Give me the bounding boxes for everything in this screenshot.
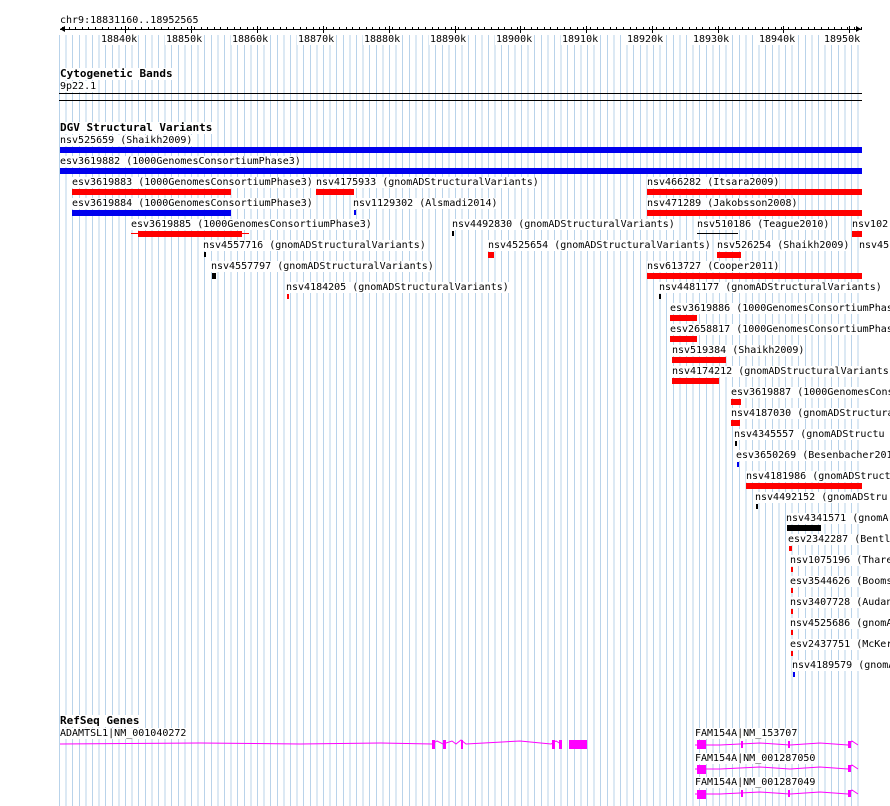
gene-exon [788,741,790,748]
gene-exon [741,790,743,797]
gene-models[interactable] [0,0,890,806]
gene-exon [697,790,706,799]
gene-exon [461,740,463,749]
gene-exon [788,790,790,797]
gene-exon [552,740,555,749]
gene-structure-fam154a-3 [695,789,859,795]
gene-exon [559,740,562,749]
gene-structure-fam154a-2 [695,764,859,770]
gene-structure-fam154a-1 [695,740,859,746]
gene-exon [569,740,587,749]
gene-exon [848,790,851,797]
gene-exon [741,741,743,748]
gene-exon [697,765,706,774]
gene-exon [848,741,851,748]
gene-exon [443,740,446,749]
gene-structure-adamtsl1 [59,739,562,745]
gene-exon [432,740,435,749]
gene-exon [697,740,706,749]
gene-exon [848,765,851,772]
